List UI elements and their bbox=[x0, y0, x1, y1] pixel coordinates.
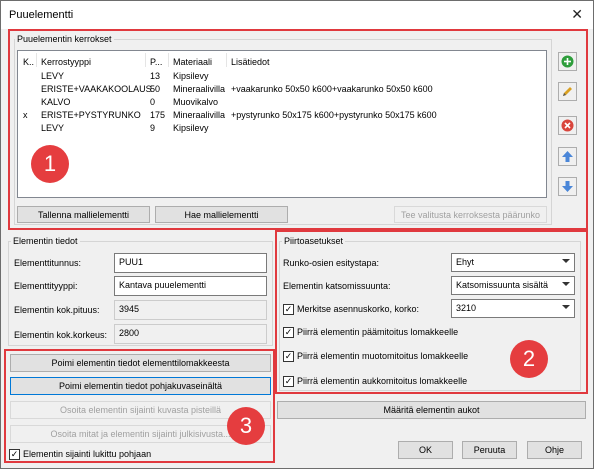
element-length-label: Elementin kok.pituus: bbox=[14, 305, 100, 315]
row-thickness: 9 bbox=[150, 123, 156, 133]
chevron-down-icon bbox=[562, 282, 570, 286]
row-material: Mineraalivilla bbox=[173, 84, 226, 94]
row-thickness: 0 bbox=[150, 97, 156, 107]
column-divider bbox=[226, 53, 227, 67]
move-down-icon bbox=[562, 181, 573, 192]
table-row[interactable]: x ERISTE+PYSTYRUNKO 175 Mineraalivilla +… bbox=[18, 110, 546, 123]
opening-dims-checkbox[interactable]: ✓ bbox=[283, 376, 294, 387]
row-type: LEVY bbox=[41, 71, 65, 81]
mount-height-select[interactable]: 3210 bbox=[451, 299, 575, 318]
frame-style-value: Ehyt bbox=[456, 257, 475, 267]
add-layer-button[interactable] bbox=[558, 52, 577, 71]
row-thickness: 175 bbox=[150, 110, 166, 120]
annotation-badge-1: 1 bbox=[31, 145, 69, 183]
lock-location-label: Elementin sijainti lukittu pohjaan bbox=[23, 449, 152, 459]
close-icon[interactable]: ✕ bbox=[571, 6, 583, 23]
window-title: Puuelementti bbox=[9, 9, 74, 21]
frame-style-select[interactable]: Ehyt bbox=[451, 253, 575, 272]
column-header[interactable]: P... bbox=[150, 57, 162, 67]
column-divider bbox=[145, 53, 146, 67]
delete-icon bbox=[561, 119, 574, 132]
shape-dims-label: Piirrä elementin muotomitoitus lomakkeel… bbox=[297, 351, 469, 361]
dialog-window: Puuelementti ✕ Puuelementin kerrokset K.… bbox=[0, 0, 594, 469]
draw-settings-label: Piirtoasetukset bbox=[282, 236, 346, 246]
row-material: Muovikalvo bbox=[173, 97, 219, 107]
mount-height-value: 3210 bbox=[456, 303, 477, 313]
element-type-label: Elementtityyppi: bbox=[14, 281, 78, 291]
element-id-label: Elementtitunnus: bbox=[14, 258, 82, 268]
mount-height-checkbox[interactable]: ✓ bbox=[283, 304, 294, 315]
pick-from-plan-button[interactable]: Poimi elementin tiedot pohjakuvaseinältä bbox=[10, 377, 271, 395]
column-header[interactable]: Kerrostyyppi bbox=[41, 57, 91, 67]
add-icon bbox=[561, 55, 574, 68]
main-dims-checkbox[interactable]: ✓ bbox=[283, 327, 294, 338]
title-bar: Puuelementti ✕ bbox=[1, 1, 593, 29]
edit-layer-button[interactable] bbox=[558, 82, 577, 101]
shape-dims-checkbox[interactable]: ✓ bbox=[283, 351, 294, 362]
define-openings-button[interactable]: Määritä elementin aukot bbox=[277, 401, 586, 419]
column-divider bbox=[168, 53, 169, 67]
move-up-icon bbox=[562, 151, 573, 162]
table-row[interactable]: LEVY 13 Kipsilevy bbox=[18, 71, 546, 84]
column-header[interactable]: K.. bbox=[23, 57, 34, 67]
view-direction-value: Katsomissuunta sisältä bbox=[456, 280, 549, 290]
layers-list[interactable]: K.. Kerrostyyppi P... Materiaali Lisätie… bbox=[17, 50, 547, 198]
row-k: x bbox=[23, 110, 28, 120]
move-layer-up-button[interactable] bbox=[558, 147, 577, 166]
element-type-field[interactable]: Kantava puuelementti bbox=[114, 276, 267, 296]
element-height-field: 2800 bbox=[114, 324, 267, 344]
mount-height-label: Merkitse asennuskorko, korko: bbox=[297, 304, 420, 314]
annotation-badge-2: 2 bbox=[510, 340, 548, 378]
frame-style-label: Runko-osien esitystapa: bbox=[283, 258, 380, 268]
row-type: ERISTE+PYSTYRUNKO bbox=[41, 110, 141, 120]
cancel-button[interactable]: Peruuta bbox=[462, 441, 517, 459]
edit-pencil-icon bbox=[563, 87, 572, 96]
element-info-label: Elementin tiedot bbox=[11, 236, 80, 246]
opening-dims-label: Piirrä elementin aukkomitoitus lomakkeel… bbox=[297, 376, 468, 386]
column-header[interactable]: Lisätiedot bbox=[231, 57, 270, 67]
save-template-button[interactable]: Tallenna mallielementti bbox=[17, 206, 150, 223]
delete-layer-button[interactable] bbox=[558, 116, 577, 135]
lock-location-checkbox[interactable]: ✓ bbox=[9, 449, 20, 460]
row-info: +vaakarunko 50x50 k600+vaakarunko 50x50 … bbox=[231, 84, 433, 94]
column-header[interactable]: Materiaali bbox=[173, 57, 212, 67]
pick-from-form-button[interactable]: Poimi elementin tiedot elementtilomakkee… bbox=[10, 354, 271, 372]
column-divider bbox=[36, 53, 37, 67]
view-direction-select[interactable]: Katsomissuunta sisältä bbox=[451, 276, 575, 295]
ok-button[interactable]: OK bbox=[398, 441, 453, 459]
load-template-button[interactable]: Hae mallielementti bbox=[155, 206, 288, 223]
table-row[interactable]: KALVO 0 Muovikalvo bbox=[18, 97, 546, 110]
move-layer-down-button[interactable] bbox=[558, 177, 577, 196]
chevron-down-icon bbox=[562, 259, 570, 263]
row-thickness: 50 bbox=[150, 84, 161, 94]
help-button[interactable]: Ohje bbox=[527, 441, 582, 459]
row-material: Kipsilevy bbox=[173, 71, 209, 81]
row-thickness: 13 bbox=[150, 71, 161, 81]
layers-group-label: Puuelementin kerrokset bbox=[15, 34, 114, 44]
main-dims-label: Piirrä elementin päämitoitus lomakkeelle bbox=[297, 327, 459, 337]
row-type: ERISTE+VAAKAKOOLAUS bbox=[41, 84, 152, 94]
element-length-field: 3945 bbox=[114, 300, 267, 320]
make-main-frame-button[interactable]: Tee valitusta kerroksesta päärunko bbox=[394, 206, 547, 223]
annotation-badge-3: 3 bbox=[227, 407, 265, 445]
table-row[interactable]: LEVY 9 Kipsilevy bbox=[18, 123, 546, 136]
row-type: KALVO bbox=[41, 97, 71, 107]
chevron-down-icon bbox=[562, 305, 570, 309]
view-direction-label: Elementin katsomissuunta: bbox=[283, 281, 391, 291]
row-info: +pystyrunko 50x175 k600+pystyrunko 50x17… bbox=[231, 110, 437, 120]
row-material: Mineraalivilla bbox=[173, 110, 226, 120]
element-id-field[interactable]: PUU1 bbox=[114, 253, 267, 273]
row-type: LEVY bbox=[41, 123, 65, 133]
row-material: Kipsilevy bbox=[173, 123, 209, 133]
table-row[interactable]: ERISTE+VAAKAKOOLAUS 50 Mineraalivilla +v… bbox=[18, 84, 546, 97]
element-height-label: Elementin kok.korkeus: bbox=[14, 330, 108, 340]
